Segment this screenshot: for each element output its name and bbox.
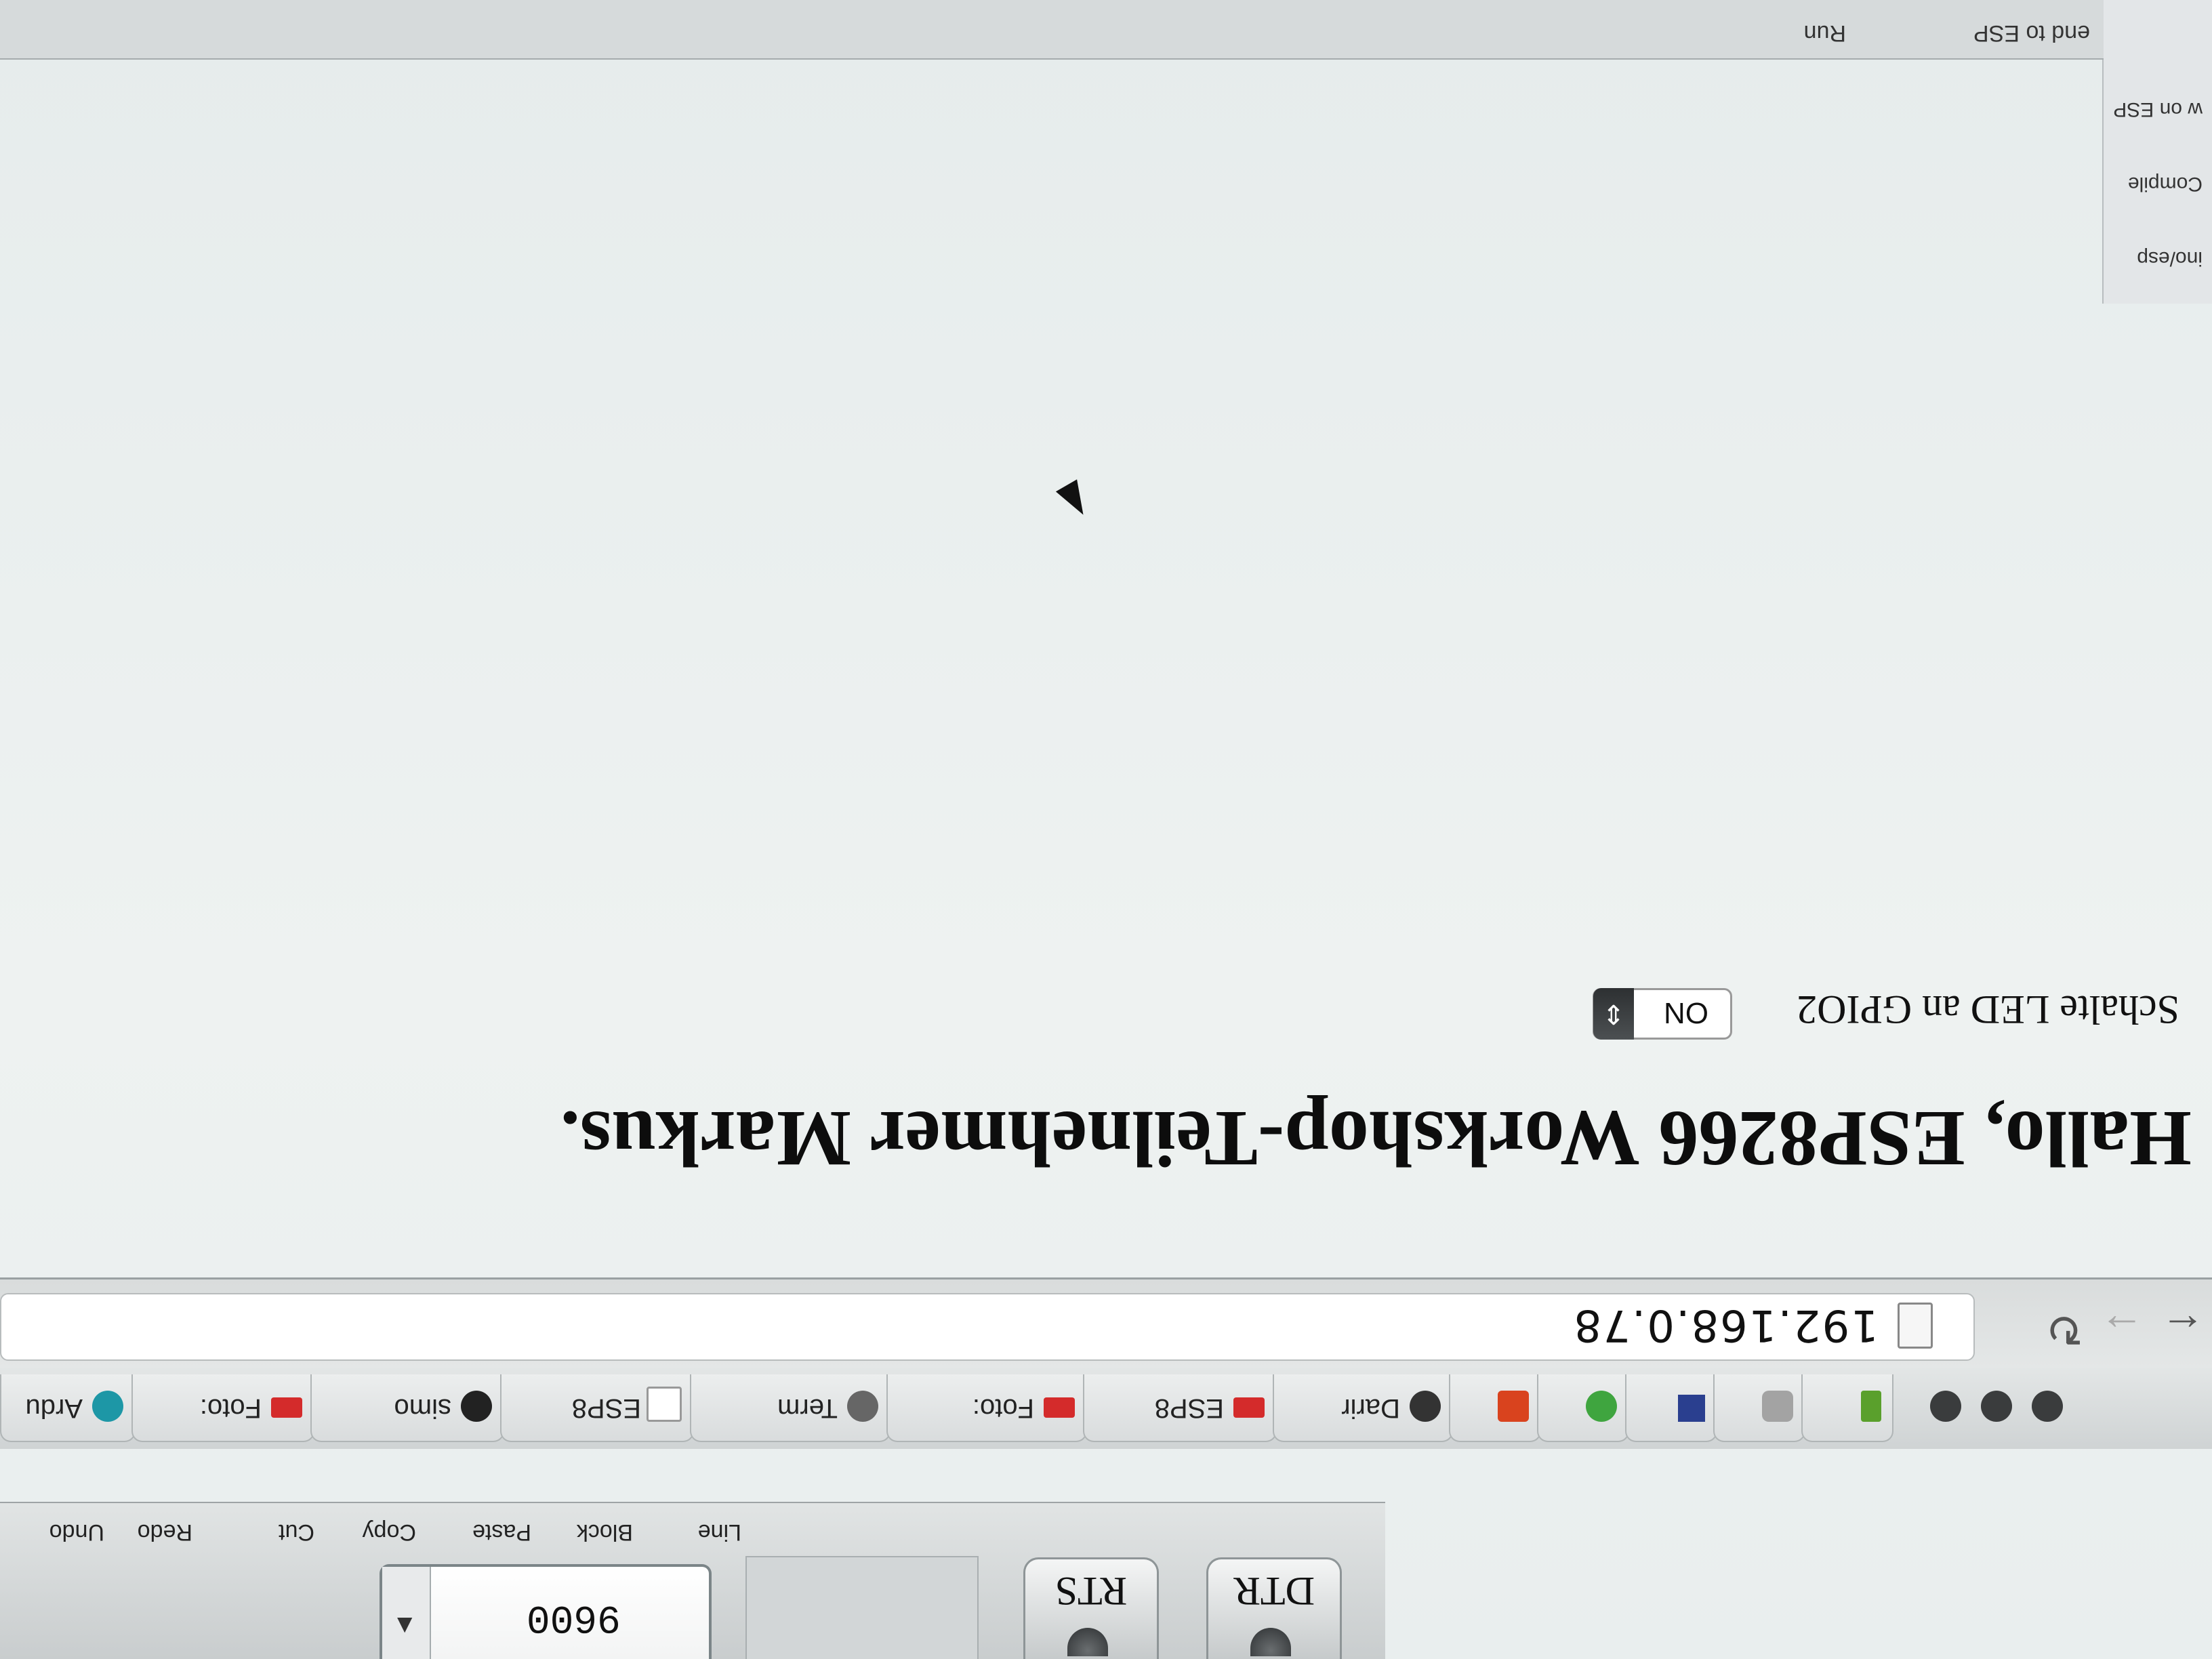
page-title: Hallo, ESP8266 Workshop-Teilnehmer Marku… bbox=[560, 1094, 2192, 1183]
eye-icon bbox=[1762, 1391, 1793, 1422]
back-arrow-icon[interactable]: ← bbox=[2160, 1304, 2205, 1355]
tab-label: Foto: bbox=[972, 1393, 1034, 1423]
forward-arrow-icon[interactable]: → bbox=[2100, 1304, 2144, 1355]
led-state-value: ON bbox=[1664, 996, 1708, 1029]
page-icon bbox=[647, 1387, 682, 1422]
cut-button[interactable]: Cut bbox=[279, 1519, 314, 1545]
star-icon bbox=[1410, 1391, 1441, 1422]
send-to-esp-button[interactable]: end to ESP bbox=[1973, 20, 2090, 46]
tab-esp8-2[interactable]: ESP8 bbox=[1083, 1374, 1277, 1442]
run-button[interactable]: Run bbox=[1804, 20, 1846, 46]
tab-label: simo bbox=[394, 1393, 451, 1423]
redo-button[interactable]: Redo bbox=[138, 1519, 192, 1545]
tab-label: Foto: bbox=[199, 1393, 262, 1423]
xing-icon bbox=[1861, 1391, 1881, 1422]
tab-arduino[interactable]: Ardu bbox=[0, 1374, 136, 1442]
tab-label: Darir bbox=[1341, 1393, 1400, 1423]
tab-xing[interactable] bbox=[1801, 1374, 1893, 1442]
dtr-button[interactable]: DTR bbox=[1206, 1557, 1342, 1659]
refresh-circle-icon bbox=[461, 1391, 492, 1422]
tab-label: Term bbox=[777, 1393, 838, 1423]
side-item-compile[interactable]: Compile bbox=[2128, 172, 2203, 195]
rts-button[interactable]: RTS bbox=[1023, 1557, 1159, 1659]
baud-rate-select[interactable]: 9600 ▲ bbox=[380, 1564, 712, 1659]
mouse-cursor-icon bbox=[1055, 479, 1094, 521]
led-state-select[interactable]: ON ⇕ bbox=[1593, 988, 1732, 1040]
tab-label: ESP8 bbox=[571, 1393, 641, 1423]
tab-graph[interactable] bbox=[1625, 1374, 1717, 1442]
baud-arrow-glyph: ▲ bbox=[392, 1612, 417, 1640]
tab-money[interactable] bbox=[1537, 1374, 1629, 1442]
side-item-run-on-esp[interactable]: w on ESP bbox=[2113, 98, 2203, 121]
window-close-icon[interactable] bbox=[2032, 1391, 2063, 1422]
tab-darir[interactable]: Darir bbox=[1273, 1374, 1453, 1442]
dtr-led-icon bbox=[1250, 1628, 1291, 1656]
page-icon bbox=[1898, 1303, 1933, 1349]
tab-opera[interactable] bbox=[1449, 1374, 1541, 1442]
term-icon bbox=[847, 1391, 878, 1422]
tab-label: Ardu bbox=[25, 1393, 83, 1423]
line-button[interactable]: Line bbox=[698, 1519, 741, 1545]
serial-status-box bbox=[745, 1556, 979, 1659]
dollar-icon bbox=[1586, 1391, 1617, 1422]
undo-button[interactable]: Undo bbox=[49, 1519, 104, 1545]
baud-dropdown-icon[interactable]: ▲ bbox=[382, 1567, 431, 1659]
page-content: Hallo, ESP8266 Workshop-Teilnehmer Marku… bbox=[0, 0, 2212, 1279]
copy-button[interactable]: Copy bbox=[363, 1519, 416, 1545]
window-minimize-icon[interactable] bbox=[1981, 1391, 2012, 1422]
url-input[interactable]: 192.168.0.78 bbox=[0, 1293, 1975, 1361]
url-text: 192.168.0.78 bbox=[1572, 1300, 1879, 1350]
side-item-ino-esp[interactable]: ino/esp bbox=[2137, 247, 2203, 270]
foto-icon bbox=[271, 1397, 302, 1418]
graph-icon bbox=[1678, 1395, 1705, 1422]
led-label: Schalte LED an GPIO2 bbox=[1797, 987, 2179, 1032]
tab-foto-2[interactable]: Foto: bbox=[886, 1374, 1087, 1442]
paste-button[interactable]: Paste bbox=[472, 1519, 531, 1545]
browser-tab-bar: Ardu Foto: simo ESP8 Term Foto: ESP8 Dar… bbox=[0, 1366, 2212, 1449]
tab-label: ESP8 bbox=[1154, 1393, 1224, 1423]
foto-icon bbox=[1044, 1397, 1075, 1418]
screen: Undo Redo Cut Copy Paste Block Line DTR … bbox=[0, 0, 2212, 1659]
rts-label: RTS bbox=[1054, 1569, 1128, 1614]
opera-icon bbox=[1498, 1391, 1529, 1422]
editor-bottom-bar: end to ESP Run bbox=[0, 0, 2104, 60]
tab-foto-1[interactable]: Foto: bbox=[131, 1374, 314, 1442]
tab-esp8-1[interactable]: ESP8 bbox=[500, 1374, 694, 1442]
reload-icon[interactable]: ↻ bbox=[2046, 1303, 2083, 1355]
tab-simo[interactable]: simo bbox=[310, 1374, 504, 1442]
foto-icon bbox=[1233, 1397, 1265, 1418]
block-button[interactable]: Block bbox=[577, 1519, 633, 1545]
window-zoom-icon[interactable] bbox=[1930, 1391, 1961, 1422]
address-bar: ← → ↻ 192.168.0.78 bbox=[0, 1277, 2212, 1368]
dtr-label: DTR bbox=[1233, 1569, 1315, 1614]
tab-eye[interactable] bbox=[1713, 1374, 1805, 1442]
arduino-icon bbox=[92, 1391, 123, 1422]
select-arrows-icon: ⇕ bbox=[1593, 988, 1634, 1040]
tab-term[interactable]: Term bbox=[690, 1374, 890, 1442]
baud-rate-value: 9600 bbox=[526, 1595, 621, 1639]
editor-side-panel: ino/esp Compile w on ESP bbox=[2102, 0, 2212, 304]
rts-led-icon bbox=[1067, 1628, 1108, 1656]
